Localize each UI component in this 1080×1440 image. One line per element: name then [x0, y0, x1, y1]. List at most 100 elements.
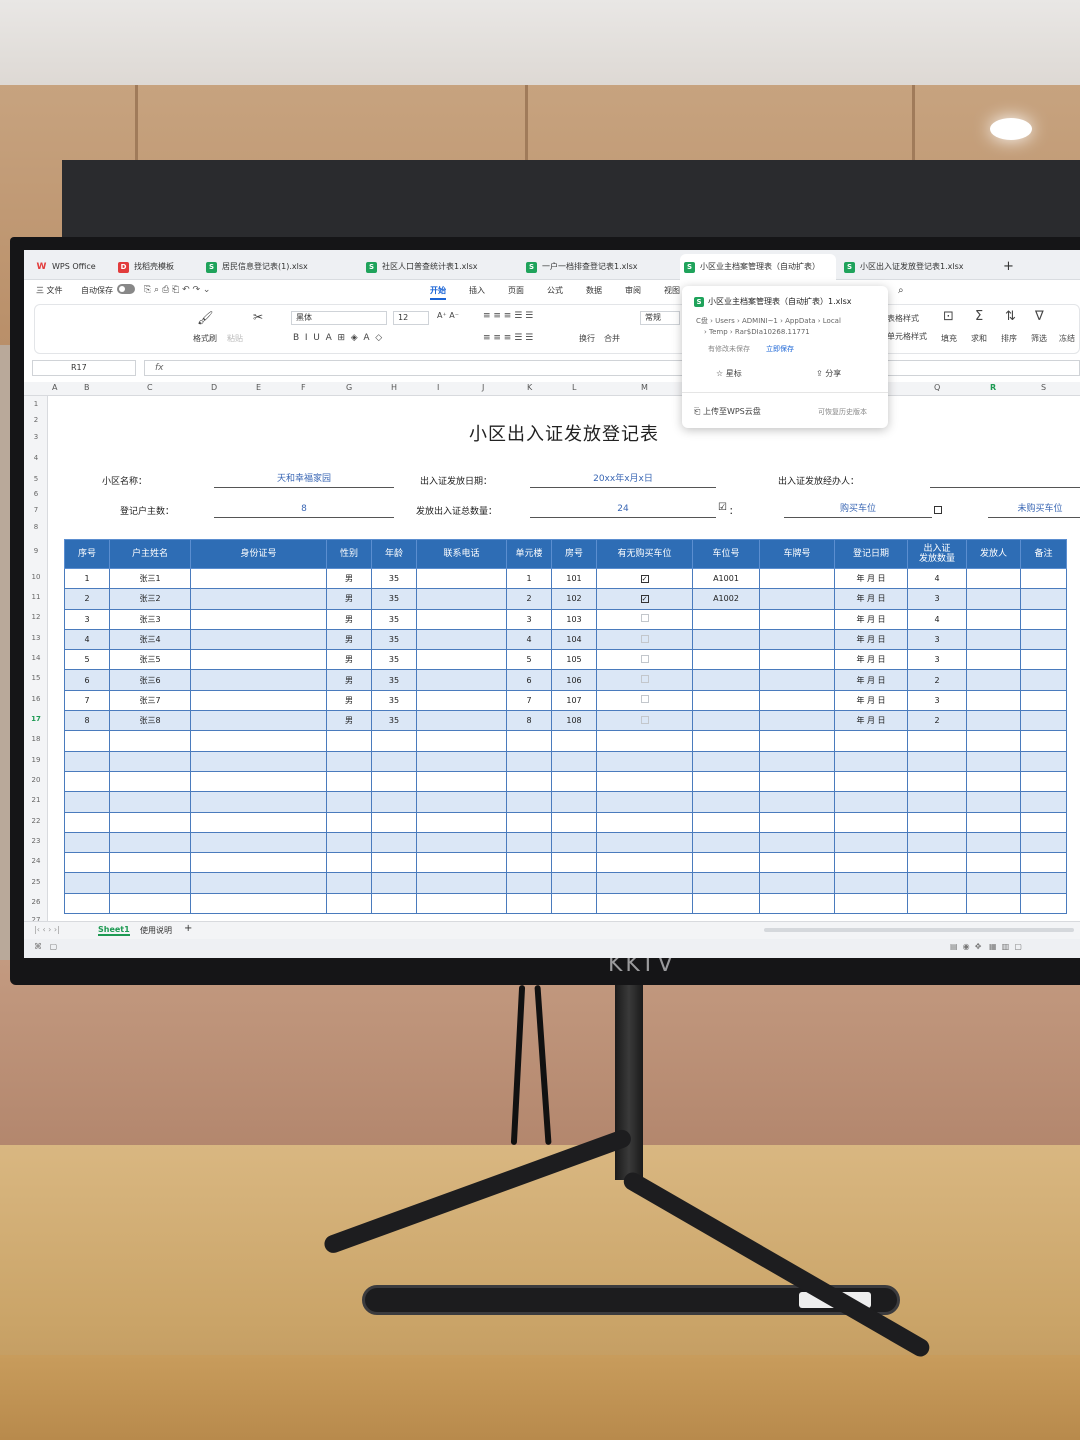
row-header[interactable]: 25	[24, 878, 48, 886]
table-cell[interactable]	[416, 730, 507, 752]
table-cell[interactable]: 年 月 日	[834, 689, 908, 712]
table-cell[interactable]	[551, 831, 597, 854]
row-header[interactable]: 24	[24, 857, 48, 865]
fill-icon[interactable]: ⊡	[943, 309, 954, 324]
column-header[interactable]: I	[437, 383, 439, 392]
table-cell[interactable]	[190, 710, 327, 732]
table-cell[interactable]	[1020, 730, 1067, 752]
fill-button[interactable]: 填充	[941, 333, 957, 344]
table-cell[interactable]: A1001	[692, 567, 760, 590]
toolbar-quick-icons[interactable]: ⎘ ⌕ ⎙ ⎗ ↶ ↷ ⌄	[144, 285, 210, 295]
table-cell[interactable]	[190, 730, 327, 752]
table-cell[interactable]: 103	[551, 608, 597, 630]
table-cell[interactable]	[759, 689, 835, 712]
checked-checkbox-icon[interactable]: ✓	[640, 595, 649, 604]
table-cell[interactable]	[190, 811, 327, 833]
font-size-select[interactable]: 12	[393, 311, 429, 325]
filter-button[interactable]: 筛选	[1031, 333, 1047, 344]
view-mode-icons[interactable]: ▤ ◉ ✥ ▦ ▥ ▢	[950, 942, 1022, 951]
table-cell[interactable]	[692, 852, 760, 874]
table-cell[interactable]: 108	[551, 710, 597, 732]
table-cell[interactable]	[551, 750, 597, 772]
table-cell[interactable]	[416, 628, 507, 651]
table-cell[interactable]	[1020, 710, 1067, 732]
table-cell[interactable]	[1020, 750, 1067, 772]
table-cell[interactable]	[759, 628, 835, 651]
table-cell[interactable]	[596, 649, 693, 671]
table-cell[interactable]: 年 月 日	[834, 608, 908, 630]
cell-style-button[interactable]: 单元格样式	[887, 331, 927, 342]
align-horizontal-icons[interactable]: ≡ ≡ ≡ ☰ ☰	[483, 333, 533, 343]
table-cell[interactable]: 年 月 日	[834, 588, 908, 610]
table-cell[interactable]: 3	[907, 628, 967, 651]
table-cell[interactable]	[506, 831, 552, 854]
table-cell[interactable]	[326, 730, 372, 752]
table-cell[interactable]	[966, 669, 1021, 691]
row-header[interactable]: 10	[24, 573, 48, 581]
table-cell[interactable]: 4	[907, 567, 967, 590]
table-cell[interactable]	[692, 831, 760, 854]
tab-owner-archive[interactable]: S 小区业主档案管理表（自动扩表）	[680, 254, 836, 280]
table-cell[interactable]	[416, 750, 507, 772]
row-header[interactable]: 3	[24, 433, 48, 441]
table-cell[interactable]	[64, 831, 110, 854]
table-cell[interactable]	[371, 750, 417, 772]
sheet-nav-arrows[interactable]: |‹ ‹ › ›|	[34, 925, 60, 934]
table-cell[interactable]	[416, 689, 507, 712]
merge-button[interactable]: 合并	[604, 333, 620, 344]
row-header[interactable]: 18	[24, 735, 48, 743]
table-cell[interactable]	[834, 892, 908, 915]
table-cell[interactable]	[596, 628, 693, 651]
table-cell[interactable]	[759, 608, 835, 630]
table-cell[interactable]: 5	[506, 649, 552, 671]
table-cell[interactable]: 年 月 日	[834, 567, 908, 590]
table-cell[interactable]	[326, 811, 372, 833]
table-cell[interactable]: 2	[506, 588, 552, 610]
table-cell[interactable]	[109, 791, 191, 813]
table-cell[interactable]	[109, 831, 191, 854]
unchecked-checkbox-icon[interactable]	[640, 614, 649, 623]
table-cell[interactable]	[190, 791, 327, 813]
status-icons[interactable]: ⌘ ▢	[34, 942, 57, 951]
table-cell[interactable]	[506, 750, 552, 772]
row-header[interactable]: 1	[24, 400, 48, 408]
row-header[interactable]: 7	[24, 506, 48, 514]
table-cell[interactable]: 35	[371, 588, 417, 610]
tab-census[interactable]: S 社区人口普查统计表1.xlsx	[362, 254, 517, 280]
table-cell[interactable]	[190, 831, 327, 854]
table-cell[interactable]: 8	[506, 710, 552, 732]
table-cell[interactable]: 2	[907, 669, 967, 691]
table-cell[interactable]	[692, 770, 760, 793]
table-cell[interactable]	[416, 791, 507, 813]
table-cell[interactable]: 7	[506, 689, 552, 712]
sort-icon[interactable]: ⇅	[1005, 309, 1016, 324]
table-cell[interactable]	[551, 811, 597, 833]
table-cell[interactable]	[907, 892, 967, 915]
households-value[interactable]: 8	[214, 502, 394, 518]
table-cell[interactable]	[416, 831, 507, 854]
table-cell[interactable]	[190, 669, 327, 691]
table-cell[interactable]: ✓	[596, 588, 693, 610]
table-cell[interactable]	[966, 791, 1021, 813]
table-cell[interactable]	[190, 608, 327, 630]
sum-icon[interactable]: Σ	[975, 309, 983, 324]
table-cell[interactable]: 5	[64, 649, 110, 671]
table-cell[interactable]	[692, 710, 760, 732]
table-cell[interactable]	[190, 750, 327, 772]
table-cell[interactable]	[371, 730, 417, 752]
table-cell[interactable]	[596, 750, 693, 772]
filter-icon[interactable]: ∇	[1035, 309, 1044, 324]
row-header[interactable]: 20	[24, 776, 48, 784]
table-cell[interactable]: 6	[506, 669, 552, 691]
table-cell[interactable]	[1020, 669, 1067, 691]
autosave-toggle[interactable]	[117, 284, 135, 294]
search-icon[interactable]: ⌕	[898, 285, 904, 296]
table-cell[interactable]	[371, 892, 417, 915]
table-cell[interactable]: 男	[326, 710, 372, 732]
row-header[interactable]: 11	[24, 593, 48, 601]
table-cell[interactable]	[326, 770, 372, 793]
tab-resident-info[interactable]: S 居民信息登记表(1).xlsx	[202, 254, 357, 280]
table-cell[interactable]	[966, 892, 1021, 915]
unchecked-checkbox-icon[interactable]	[640, 695, 649, 704]
issue-date-value[interactable]: 20xx年x月x日	[530, 472, 716, 488]
